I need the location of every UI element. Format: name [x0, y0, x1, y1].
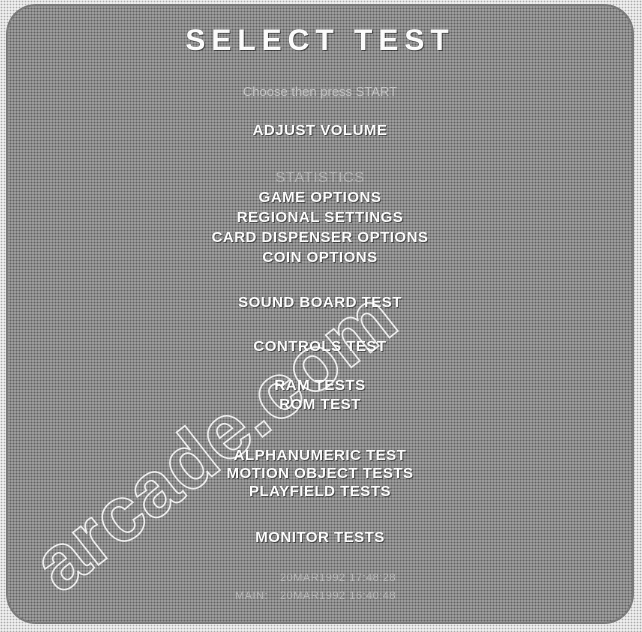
- timestamp-line: 20MAR1992 17:48:28: [6, 572, 634, 584]
- menu-item-coin-options[interactable]: COIN OPTIONS: [6, 249, 634, 266]
- main-timestamp-label: MAIN:: [234, 590, 268, 602]
- menu-item-motion-object-tests[interactable]: MOTION OBJECT TESTS: [6, 465, 634, 482]
- menu-item-adjust-volume[interactable]: ADJUST VOLUME: [6, 122, 634, 139]
- menu-item-statistics[interactable]: STATISTICS: [6, 169, 634, 186]
- menu-item-game-options[interactable]: GAME OPTIONS: [6, 189, 634, 206]
- menu-item-controls-test[interactable]: CONTROLS TEST: [6, 338, 634, 355]
- main-timestamp-line: MAIN: 20MAR1992 16:40:48: [6, 590, 634, 602]
- menu-item-card-dispenser-options[interactable]: CARD DISPENSER OPTIONS: [6, 229, 634, 246]
- menu-item-ram-tests[interactable]: RAM TESTS: [6, 377, 634, 394]
- menu-item-sound-board-test[interactable]: SOUND BOARD TEST: [6, 294, 634, 311]
- main-timestamp-value: 20MAR1992 16:40:48: [280, 590, 397, 602]
- instruction-text: Choose then press START: [242, 84, 398, 99]
- menu-item-rom-test[interactable]: ROM TEST: [6, 396, 634, 413]
- menu-item-regional-settings[interactable]: REGIONAL SETTINGS: [6, 209, 634, 226]
- menu-item-monitor-tests[interactable]: MONITOR TESTS: [6, 529, 634, 546]
- timestamp-value: 20MAR1992 17:48:28: [280, 572, 397, 584]
- page-title: SELECT TEST: [185, 24, 455, 57]
- test-menu-screen: SELECT TEST Choose then press START ADJU…: [6, 4, 634, 624]
- menu-item-playfield-tests[interactable]: PLAYFIELD TESTS: [6, 483, 634, 500]
- menu-item-alphanumeric-test[interactable]: ALPHANUMERIC TEST: [6, 447, 634, 464]
